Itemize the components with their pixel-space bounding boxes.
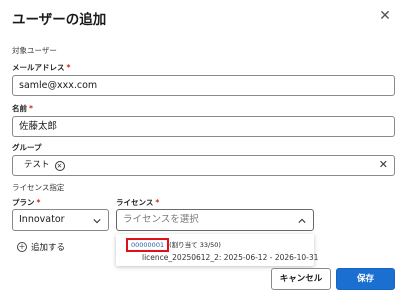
save-button[interactable]: 保存 (336, 268, 395, 290)
plus-circle-icon: + (17, 242, 27, 252)
clear-icon[interactable]: ✕ (379, 158, 388, 171)
group-label: グループ (12, 143, 42, 152)
section-target-users: 対象ユーザー (12, 46, 57, 55)
license-dropdown: 00000001 (割り当て 33/50) licence_20250612_2:… (116, 234, 318, 266)
group-field[interactable] (12, 155, 395, 176)
email-label: メールアドレス * (12, 63, 71, 72)
license-placeholder: ライセンスを選択 (123, 214, 199, 225)
email-field[interactable]: samle@xxx.com (12, 75, 395, 96)
assign-count: (割り当て 33/50) (169, 241, 221, 249)
name-field[interactable]: 佐藤太郎 (12, 116, 395, 137)
chevron-up-icon (298, 218, 306, 223)
name-label: 名前 * (12, 104, 33, 113)
dropdown-group-header: 00000001 (割り当て 33/50) (126, 238, 221, 252)
section-license-spec: ライセンス指定 (12, 183, 65, 192)
add-license-label: 追加する (31, 243, 66, 253)
license-select[interactable]: ライセンスを選択 (116, 209, 314, 231)
plan-select[interactable]: Innovator (12, 209, 109, 231)
group-chip-label: テスト (24, 160, 50, 170)
plan-value: Innovator (19, 214, 65, 225)
close-icon[interactable]: ✕ (378, 9, 392, 23)
add-license-button[interactable]: + 追加する (17, 241, 65, 253)
cancel-button[interactable]: キャンセル (271, 268, 331, 290)
license-option[interactable]: licence_20250612_2: 2025-06-12 - 2026-10… (142, 253, 318, 262)
plan-label: プラン * (12, 198, 41, 207)
group-chip: テスト ✕ (24, 159, 65, 172)
dialog-title: ユーザーの追加 (12, 12, 107, 28)
license-label: ライセンス * (116, 198, 160, 207)
license-id: 00000001 (126, 238, 170, 252)
chevron-down-icon (93, 219, 101, 224)
circle-x-icon[interactable]: ✕ (54, 160, 65, 171)
